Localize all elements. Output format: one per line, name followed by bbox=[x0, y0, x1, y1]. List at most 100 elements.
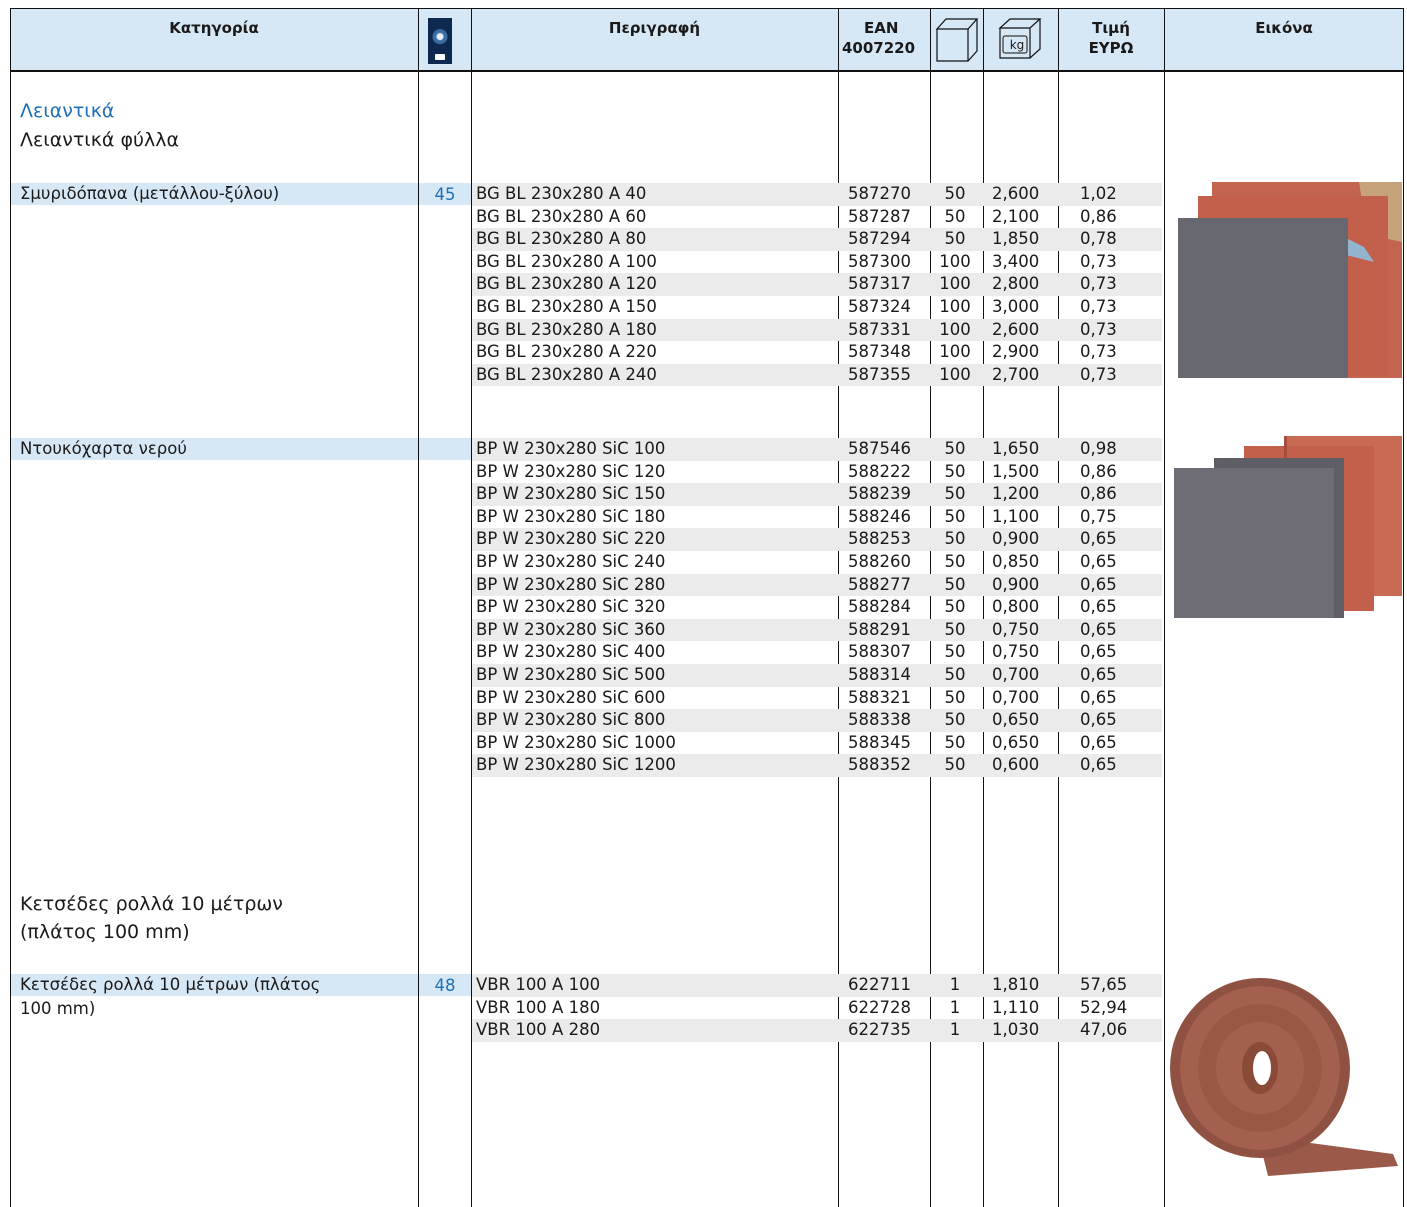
ean-code: 588284 bbox=[848, 597, 911, 617]
pack-quantity: 100 bbox=[939, 342, 971, 362]
product-description: BG BL 230x280 A 180 bbox=[476, 319, 657, 339]
weight-kg: 1,810 bbox=[992, 975, 1040, 994]
weight-kg: 0,650 bbox=[992, 732, 1040, 752]
header-price-line1: Τιμή bbox=[1092, 19, 1130, 37]
weight-kg: 0,750 bbox=[992, 642, 1040, 662]
product-description: BP W 230x280 SiC 360 bbox=[476, 619, 666, 639]
table-row: BP W 230x280 SiC 800 588338 50 0,650 0,65 bbox=[472, 709, 1162, 732]
table-row: VBR 100 A 280 622735 1 1,030 47,06 bbox=[472, 1019, 1162, 1042]
ean-code: 588314 bbox=[848, 665, 911, 684]
table-row: BP W 230x280 SiC 500 588314 50 0,700 0,65 bbox=[472, 664, 1162, 687]
price-eur: 0,65 bbox=[1080, 687, 1117, 707]
weight-kg: 1,200 bbox=[992, 484, 1040, 504]
weight-kg: 2,700 bbox=[992, 364, 1040, 384]
weight-kg: 1,110 bbox=[992, 997, 1040, 1017]
table-row: BP W 230x280 SiC 1000 588345 50 0,650 0,65 bbox=[472, 732, 1162, 755]
pack-quantity: 50 bbox=[944, 687, 966, 707]
price-eur: 0,73 bbox=[1080, 251, 1117, 271]
ean-code: 588260 bbox=[848, 552, 911, 571]
weight-kg: 0,900 bbox=[992, 574, 1040, 594]
product-description: BG BL 230x280 A 120 bbox=[476, 274, 657, 294]
ean-code: 588321 bbox=[848, 687, 911, 707]
weight-kg: 2,100 bbox=[992, 206, 1040, 226]
table-row: BP W 230x280 SiC 360 588291 50 0,750 0,65 bbox=[472, 618, 1162, 642]
product-description: BG BL 230x280 A 220 bbox=[476, 342, 657, 362]
product-description: BG BL 230x280 A 80 bbox=[476, 229, 647, 249]
pack-quantity: 50 bbox=[944, 552, 966, 571]
weight-kg: 0,750 bbox=[992, 619, 1040, 639]
table-row: BP W 230x280 SiC 120 588222 50 1,500 0,86 bbox=[472, 461, 1162, 484]
product-description: BP W 230x280 SiC 150 bbox=[476, 484, 666, 504]
table-row: VBR 100 A 180 622728 1 1,110 52,94 bbox=[472, 997, 1162, 1020]
header-price: Τιμή ΕΥΡΩ bbox=[1058, 8, 1164, 71]
table-row: BG BL 230x280 A 60 587287 50 2,100 0,86 bbox=[472, 206, 1162, 229]
pack-quantity: 50 bbox=[944, 484, 966, 504]
pack-quantity: 100 bbox=[939, 364, 971, 384]
ean-code: 587324 bbox=[848, 297, 911, 316]
catalog-page-number[interactable]: 48 bbox=[420, 975, 470, 997]
pack-quantity: 50 bbox=[944, 506, 966, 526]
pack-quantity: 1 bbox=[949, 1020, 961, 1040]
ean-code: 588307 bbox=[848, 642, 911, 662]
table-row: BG BL 230x280 A 220 587348 100 2,900 0,73 bbox=[472, 341, 1162, 364]
table-row: BP W 230x280 SiC 240 588260 50 0,850 0,65 bbox=[472, 551, 1162, 574]
category-label: 100 mm) bbox=[20, 999, 96, 1018]
product-description: BP W 230x280 SiC 180 bbox=[476, 506, 666, 526]
product-description: BG BL 230x280 A 240 bbox=[476, 364, 657, 384]
header-image: Εικόνα bbox=[1255, 19, 1313, 37]
product-description: BG BL 230x280 A 100 bbox=[476, 251, 657, 271]
pack-quantity: 50 bbox=[944, 665, 966, 684]
table-row: BG BL 230x280 A 100 587300 100 3,400 0,73 bbox=[472, 251, 1162, 274]
weight-unit-label: kg bbox=[1009, 38, 1025, 52]
abrasive-roll-photo bbox=[1170, 978, 1398, 1176]
ean-code: 587270 bbox=[848, 184, 911, 203]
price-eur: 0,86 bbox=[1080, 461, 1117, 481]
ean-code: 587294 bbox=[848, 229, 911, 249]
weight-kg: 0,850 bbox=[992, 552, 1040, 571]
product-description: BP W 230x280 SiC 1200 bbox=[476, 755, 676, 775]
table-row: BP W 230x280 SiC 180 588246 50 1,100 0,75 bbox=[472, 506, 1162, 529]
price-eur: 0,73 bbox=[1080, 342, 1117, 362]
table-row: BP W 230x280 SiC 220 588253 50 0,900 0,65 bbox=[472, 528, 1162, 551]
ean-code: 588277 bbox=[848, 574, 911, 594]
catalog-page-number[interactable]: 45 bbox=[420, 184, 470, 206]
pack-quantity: 50 bbox=[944, 229, 966, 249]
sanding-sheets-photo bbox=[1178, 182, 1402, 378]
product-description: BG BL 230x280 A 150 bbox=[476, 297, 657, 316]
product-description: BP W 230x280 SiC 400 bbox=[476, 642, 666, 662]
price-eur: 0,65 bbox=[1080, 552, 1117, 571]
section-subtitle: Κετσέδες ρολλά 10 μέτρων bbox=[20, 893, 283, 915]
header-ean-line1: EAN bbox=[864, 19, 899, 37]
ean-code: 587317 bbox=[848, 274, 911, 294]
table-row: BP W 230x280 SiC 600 588321 50 0,700 0,65 bbox=[472, 687, 1162, 710]
table-row: BG BL 230x280 A 180 587331 100 2,600 0,73 bbox=[472, 318, 1162, 342]
table-row: BG BL 230x280 A 80 587294 50 1,850 0,78 bbox=[472, 228, 1162, 251]
column-divider bbox=[1164, 8, 1165, 1207]
weight-kg: 0,700 bbox=[992, 687, 1040, 707]
product-description: BP W 230x280 SiC 320 bbox=[476, 597, 666, 617]
category-label: Σμυριδόπανα (μετάλλου-ξύλου) bbox=[20, 184, 280, 203]
price-eur: 0,75 bbox=[1080, 506, 1117, 526]
pack-quantity: 100 bbox=[939, 297, 971, 316]
price-eur: 0,65 bbox=[1080, 665, 1117, 684]
box-icon bbox=[935, 18, 979, 62]
product-description: BP W 230x280 SiC 800 bbox=[476, 710, 666, 730]
price-eur: 0,73 bbox=[1080, 274, 1117, 294]
price-eur: 0,65 bbox=[1080, 755, 1117, 775]
weight-kg: 2,900 bbox=[992, 342, 1040, 362]
ean-code: 622728 bbox=[848, 997, 911, 1017]
product-description: BP W 230x280 SiC 600 bbox=[476, 687, 666, 707]
category-label: Ντουκόχαρτα νερού bbox=[20, 439, 187, 458]
weight-kg: 3,000 bbox=[992, 297, 1040, 316]
ean-code: 622711 bbox=[848, 975, 911, 994]
pack-quantity: 50 bbox=[944, 597, 966, 617]
price-eur: 0,65 bbox=[1080, 574, 1117, 594]
weight-kg: 2,600 bbox=[992, 184, 1040, 203]
weight-kg: 2,800 bbox=[992, 274, 1040, 294]
price-eur: 0,65 bbox=[1080, 619, 1117, 639]
pack-quantity: 100 bbox=[939, 251, 971, 271]
catalog-page: Κατηγορία Περιγραφή EAN 4007220 kg Τιμή … bbox=[0, 0, 1407, 1207]
waterproof-paper-photo bbox=[1174, 436, 1402, 618]
price-eur: 0,73 bbox=[1080, 319, 1117, 339]
weight-kg: 1,650 bbox=[992, 439, 1040, 458]
